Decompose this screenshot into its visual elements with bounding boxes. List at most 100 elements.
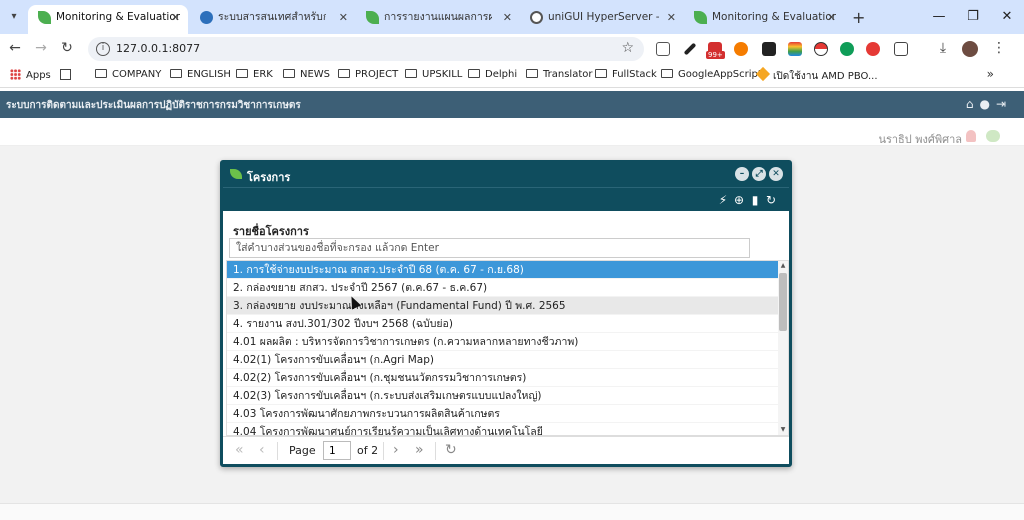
tab-title: uniGUI HyperServer - 1.90.0 — [548, 11, 660, 23]
chat-icon[interactable] — [986, 130, 1000, 142]
site-info-icon[interactable]: i — [96, 42, 110, 56]
menu-dots-icon[interactable]: ⋮ — [990, 40, 1008, 56]
restore-icon[interactable]: ❐ — [956, 0, 990, 34]
minimize-dialog-icon[interactable]: – — [735, 167, 749, 181]
bookmark-english[interactable]: ENGLISH — [170, 69, 231, 80]
list-item-text: 4.03 โครงการพัฒนาศักยภาพกระบวนการผลิตสิน… — [233, 408, 500, 420]
green-extension-icon[interactable] — [840, 42, 854, 56]
url-text[interactable]: 127.0.0.1:8077 — [116, 42, 200, 55]
camera-extension-icon[interactable] — [656, 42, 670, 56]
bookmark-upskill[interactable]: UPSKILL — [405, 69, 462, 80]
bookmark-fullstack[interactable]: FullStack — [595, 69, 657, 80]
leaf-icon — [230, 169, 242, 179]
close-dialog-icon[interactable]: ✕ — [769, 167, 783, 181]
pager-separator — [383, 442, 384, 460]
home-icon[interactable]: ⌂ — [966, 97, 980, 111]
back-button[interactable]: ← — [6, 40, 24, 56]
lightning-icon[interactable]: ⚡ — [715, 192, 731, 208]
list-item[interactable]: 4.02(3) โครงการขับเคลื่อนฯ (ก.ระบบส่งเสร… — [227, 387, 780, 405]
bookmark-label: เปิดใช้งาน AMD PBO... — [773, 71, 878, 82]
more-bookmarks-button[interactable]: » — [987, 67, 994, 81]
pager-refresh-icon[interactable]: ↻ — [445, 442, 457, 458]
scroll-up-arrow-icon[interactable]: ▲ — [778, 261, 788, 271]
bookmark-star-icon[interactable]: ☆ — [621, 40, 634, 56]
tab-title: ระบบสารสนเทศสำหรับการกำกับ — [218, 11, 326, 23]
dialog-titlebar[interactable]: โครงการ – ⤢ ✕ — [223, 163, 789, 187]
list-item-text: 4.02(3) โครงการขับเคลื่อนฯ (ก.ระบบส่งเสร… — [233, 390, 542, 402]
folder-icon — [595, 69, 607, 78]
tab-unigui-hyperserver[interactable]: uniGUI HyperServer - 1.90.0 ✕ — [520, 5, 684, 34]
list-item[interactable]: 4. รายงาน สงป.301/302 ปีงบฯ 2568 (ฉบับย่… — [227, 315, 780, 333]
bookmark-company[interactable]: COMPANY — [95, 69, 161, 80]
close-window-icon[interactable]: ✕ — [990, 0, 1024, 34]
bookmark-project[interactable]: PROJECT — [338, 69, 398, 80]
list-item-text: 2. กล่องขยาย สกสว. ประจำปี 2567 (ต.ค.67 … — [233, 282, 488, 294]
user-icon[interactable]: ● — [979, 97, 995, 111]
bookmark-googleappscript[interactable]: GoogleAppScript — [661, 69, 762, 80]
pokeball-extension-icon[interactable] — [814, 42, 828, 56]
puzzle-extensions-icon[interactable] — [894, 42, 908, 56]
shield-extension-icon[interactable] — [866, 42, 880, 56]
bookmark-erk[interactable]: ERK — [236, 69, 273, 80]
bookmark-label: Translator — [543, 69, 593, 80]
reload-button[interactable]: ↻ — [58, 40, 76, 56]
forward-button[interactable]: → — [32, 40, 50, 56]
scrollbar-thumb[interactable] — [779, 273, 787, 331]
bookmark-amd-pbo[interactable]: เปิดใช้งาน AMD PBO... — [755, 66, 878, 84]
tab-search-icon[interactable]: ▾ — [6, 9, 22, 25]
scroll-down-arrow-icon[interactable]: ▼ — [778, 425, 788, 435]
notification-bell-icon[interactable] — [966, 130, 976, 142]
bookmark-delphi[interactable]: Delphi — [468, 69, 517, 80]
refresh-icon[interactable]: ↻ — [763, 192, 779, 208]
list-item[interactable]: 1. การใช้จ่ายงบประมาณ สกสว.ประจำปี 68 (ต… — [227, 261, 780, 279]
page-number-input[interactable] — [323, 441, 351, 460]
next-page-icon[interactable]: › — [393, 442, 399, 458]
close-tab-icon[interactable]: ✕ — [503, 5, 512, 30]
tab-report-plan[interactable]: การรายงานแผนผลการผลิตพันธุ์ ✕ — [356, 5, 520, 34]
list-item[interactable]: 2. กล่องขยาย สกสว. ประจำปี 2567 (ต.ค.67 … — [227, 279, 780, 297]
orange-extension-icon[interactable] — [734, 42, 748, 56]
list-item[interactable]: 4.04 โครงการพัฒนาศูนย์การเรียนรู้ความเป็… — [227, 423, 780, 435]
prev-page-icon[interactable]: ‹ — [259, 442, 265, 458]
bookmark-apps[interactable]: Apps — [10, 69, 51, 81]
logout-icon[interactable]: ⇥ — [996, 97, 1012, 111]
list-item[interactable]: 4.02(2) โครงการขับเคลื่อนฯ (ก.ชุมชนนวัตก… — [227, 369, 780, 387]
globe-favicon-icon — [530, 11, 543, 24]
close-tab-icon[interactable]: ✕ — [171, 5, 180, 30]
list-scrollbar[interactable]: ▲ ▼ — [778, 261, 788, 435]
address-bar[interactable]: i 127.0.0.1:8077 ☆ — [88, 37, 644, 61]
leaf-favicon-icon — [694, 11, 707, 24]
dark-extension-icon[interactable] — [762, 42, 776, 56]
last-page-icon[interactable]: » — [415, 442, 424, 458]
new-tab-button[interactable]: + — [852, 8, 865, 27]
page-count-label: of 2 — [357, 444, 379, 457]
profile-avatar[interactable] — [962, 41, 978, 57]
trash-icon[interactable]: ▮ — [747, 192, 763, 208]
close-tab-icon[interactable]: ✕ — [339, 5, 348, 30]
browser-tab-strip: ▾ Monitoring & Evaluation ✕ ระบบสารสนเทศ… — [0, 0, 1024, 34]
minimize-icon[interactable]: — — [922, 0, 956, 34]
close-tab-icon[interactable]: ✕ — [827, 5, 836, 30]
maximize-dialog-icon[interactable]: ⤢ — [752, 167, 766, 181]
list-item[interactable]: 3. กล่องขยาย งบประมาณคงเหลือฯ (Fundament… — [227, 297, 780, 315]
browser-toolbar: ← → ↻ i 127.0.0.1:8077 ☆ 99+ ⤓ ⋮ — [0, 34, 1024, 64]
close-tab-icon[interactable]: ✕ — [667, 5, 676, 30]
add-circle-icon[interactable]: ⊕ — [731, 192, 747, 208]
leaf-favicon-icon — [38, 11, 51, 24]
first-page-icon[interactable]: « — [235, 442, 244, 458]
project-filter-input[interactable] — [229, 238, 750, 258]
tab-information-system[interactable]: ระบบสารสนเทศสำหรับการกำกับ ✕ — [190, 5, 356, 34]
color-extension-icon[interactable] — [788, 42, 802, 56]
tab-monitoring-evaluation[interactable]: Monitoring & Evaluation ✕ — [28, 5, 188, 34]
download-icon[interactable]: ⤓ — [934, 40, 952, 56]
pen-extension-icon[interactable] — [683, 42, 697, 56]
tab-monitoring-evaluation-2[interactable]: Monitoring & Evaluation ✕ — [684, 5, 844, 34]
folder-icon — [283, 69, 295, 78]
apps-grid-icon — [10, 69, 21, 80]
bookmark-translator[interactable]: Translator — [526, 69, 592, 80]
bookmark-grid[interactable] — [60, 69, 71, 83]
list-item[interactable]: 4.01 ผลผลิต : บริหารจัดการวิชาการเกษตร (… — [227, 333, 780, 351]
list-item[interactable]: 4.03 โครงการพัฒนาศักยภาพกระบวนการผลิตสิน… — [227, 405, 780, 423]
list-item[interactable]: 4.02(1) โครงการขับเคลื่อนฯ (ก.Agri Map) — [227, 351, 780, 369]
bookmark-news[interactable]: NEWS — [283, 69, 330, 80]
